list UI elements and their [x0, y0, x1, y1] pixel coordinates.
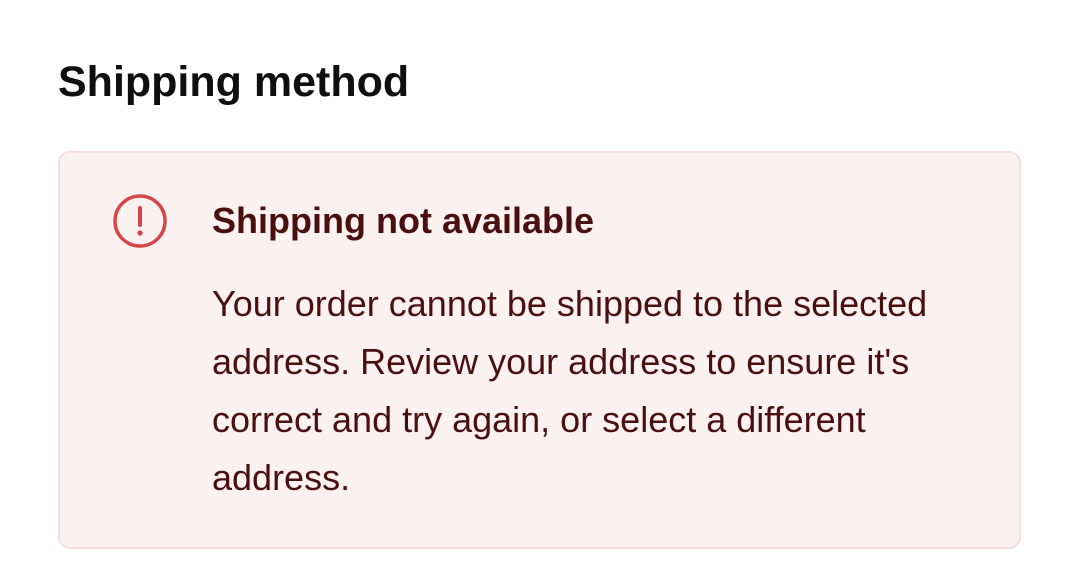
banner-message: Your order cannot be shipped to the sele… [212, 283, 928, 498]
banner-title: Shipping not available [212, 200, 595, 241]
exclamation-circle-icon [112, 193, 168, 249]
shipping-method-page: Shipping method Shipping not available Y… [0, 0, 1080, 587]
shipping-error-banner: Shipping not available Your order cannot… [58, 151, 1021, 549]
section-title: Shipping method [58, 58, 410, 106]
